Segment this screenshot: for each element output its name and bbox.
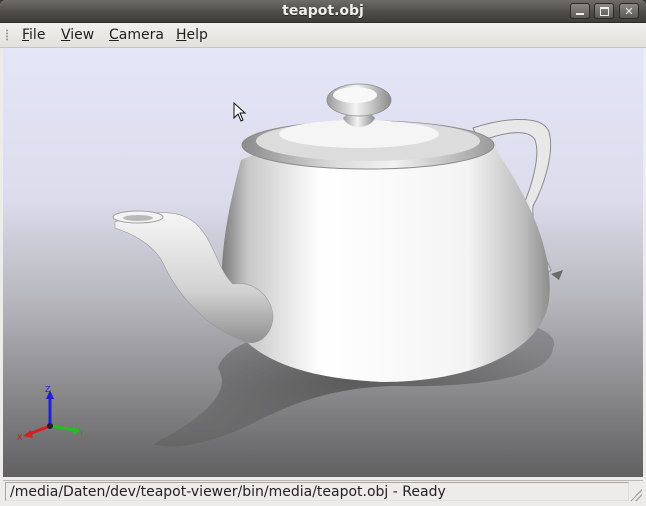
teapot-body	[221, 135, 550, 382]
menu-help[interactable]: Help	[176, 27, 208, 43]
app-window: teapot.obj ✕ File View Camera Help Z Y X…	[0, 0, 646, 506]
minimize-button[interactable]	[570, 3, 590, 19]
axis-z-label: Z	[45, 385, 51, 394]
window-title: teapot.obj	[282, 3, 364, 19]
axis-x-label: X	[17, 433, 23, 442]
teapot-render	[112, 83, 563, 447]
minimize-icon	[576, 13, 584, 15]
3d-viewport[interactable]: Z Y X	[3, 48, 643, 477]
menubar-grip[interactable]	[5, 29, 9, 41]
close-button[interactable]: ✕	[619, 3, 639, 19]
status-panel: /media/Daten/dev/teapot-viewer/bin/media…	[5, 482, 629, 501]
mouse-pointer-icon	[233, 102, 247, 122]
maximize-button[interactable]	[594, 3, 614, 19]
maximize-icon	[599, 6, 609, 16]
menu-camera[interactable]: Camera	[109, 27, 164, 43]
status-bar: /media/Daten/dev/teapot-viewer/bin/media…	[3, 480, 643, 502]
axis-y-label: Y	[78, 429, 84, 438]
resize-grip[interactable]	[630, 489, 642, 501]
close-icon: ✕	[624, 4, 634, 18]
menu-bar: File View Camera Help	[0, 23, 646, 48]
menu-file[interactable]: File	[22, 27, 45, 43]
status-text: /media/Daten/dev/teapot-viewer/bin/media…	[10, 484, 446, 500]
title-bar[interactable]: teapot.obj ✕	[0, 0, 646, 23]
axis-gizmo: Z Y X	[17, 385, 84, 442]
menu-view[interactable]: View	[61, 27, 94, 43]
